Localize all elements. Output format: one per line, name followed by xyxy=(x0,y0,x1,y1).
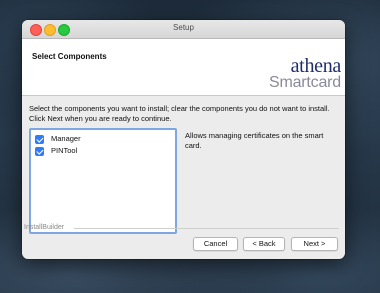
setup-window: Setup Select Components athena Smartcard… xyxy=(22,20,345,259)
athena-smartcard-logo: athena Smartcard xyxy=(269,55,342,91)
logo-wordmark-top: athena xyxy=(290,55,342,77)
installbuilder-label: InstallBuilder xyxy=(24,224,65,231)
instructions-text: Select the components you want to instal… xyxy=(29,104,330,123)
footer-brand-row: InstallBuilder xyxy=(22,224,345,234)
manager-checkbox[interactable] xyxy=(35,135,44,144)
page-title: Select Components xyxy=(32,52,107,61)
title-bar[interactable]: Setup xyxy=(22,20,345,39)
back-button[interactable]: < Back xyxy=(243,237,285,251)
logo-wordmark-bottom: Smartcard xyxy=(269,74,341,91)
component-list[interactable]: Manager PINTool xyxy=(29,128,177,234)
window-title: Setup xyxy=(173,23,194,32)
component-label: PINTool xyxy=(51,146,78,155)
component-label: Manager xyxy=(51,134,81,143)
pintool-checkbox[interactable] xyxy=(35,147,44,156)
cancel-button[interactable]: Cancel xyxy=(193,237,238,251)
footer-divider xyxy=(74,228,339,229)
next-button[interactable]: Next > xyxy=(291,237,338,251)
component-description: Allows managing certificates on the smar… xyxy=(185,131,324,150)
